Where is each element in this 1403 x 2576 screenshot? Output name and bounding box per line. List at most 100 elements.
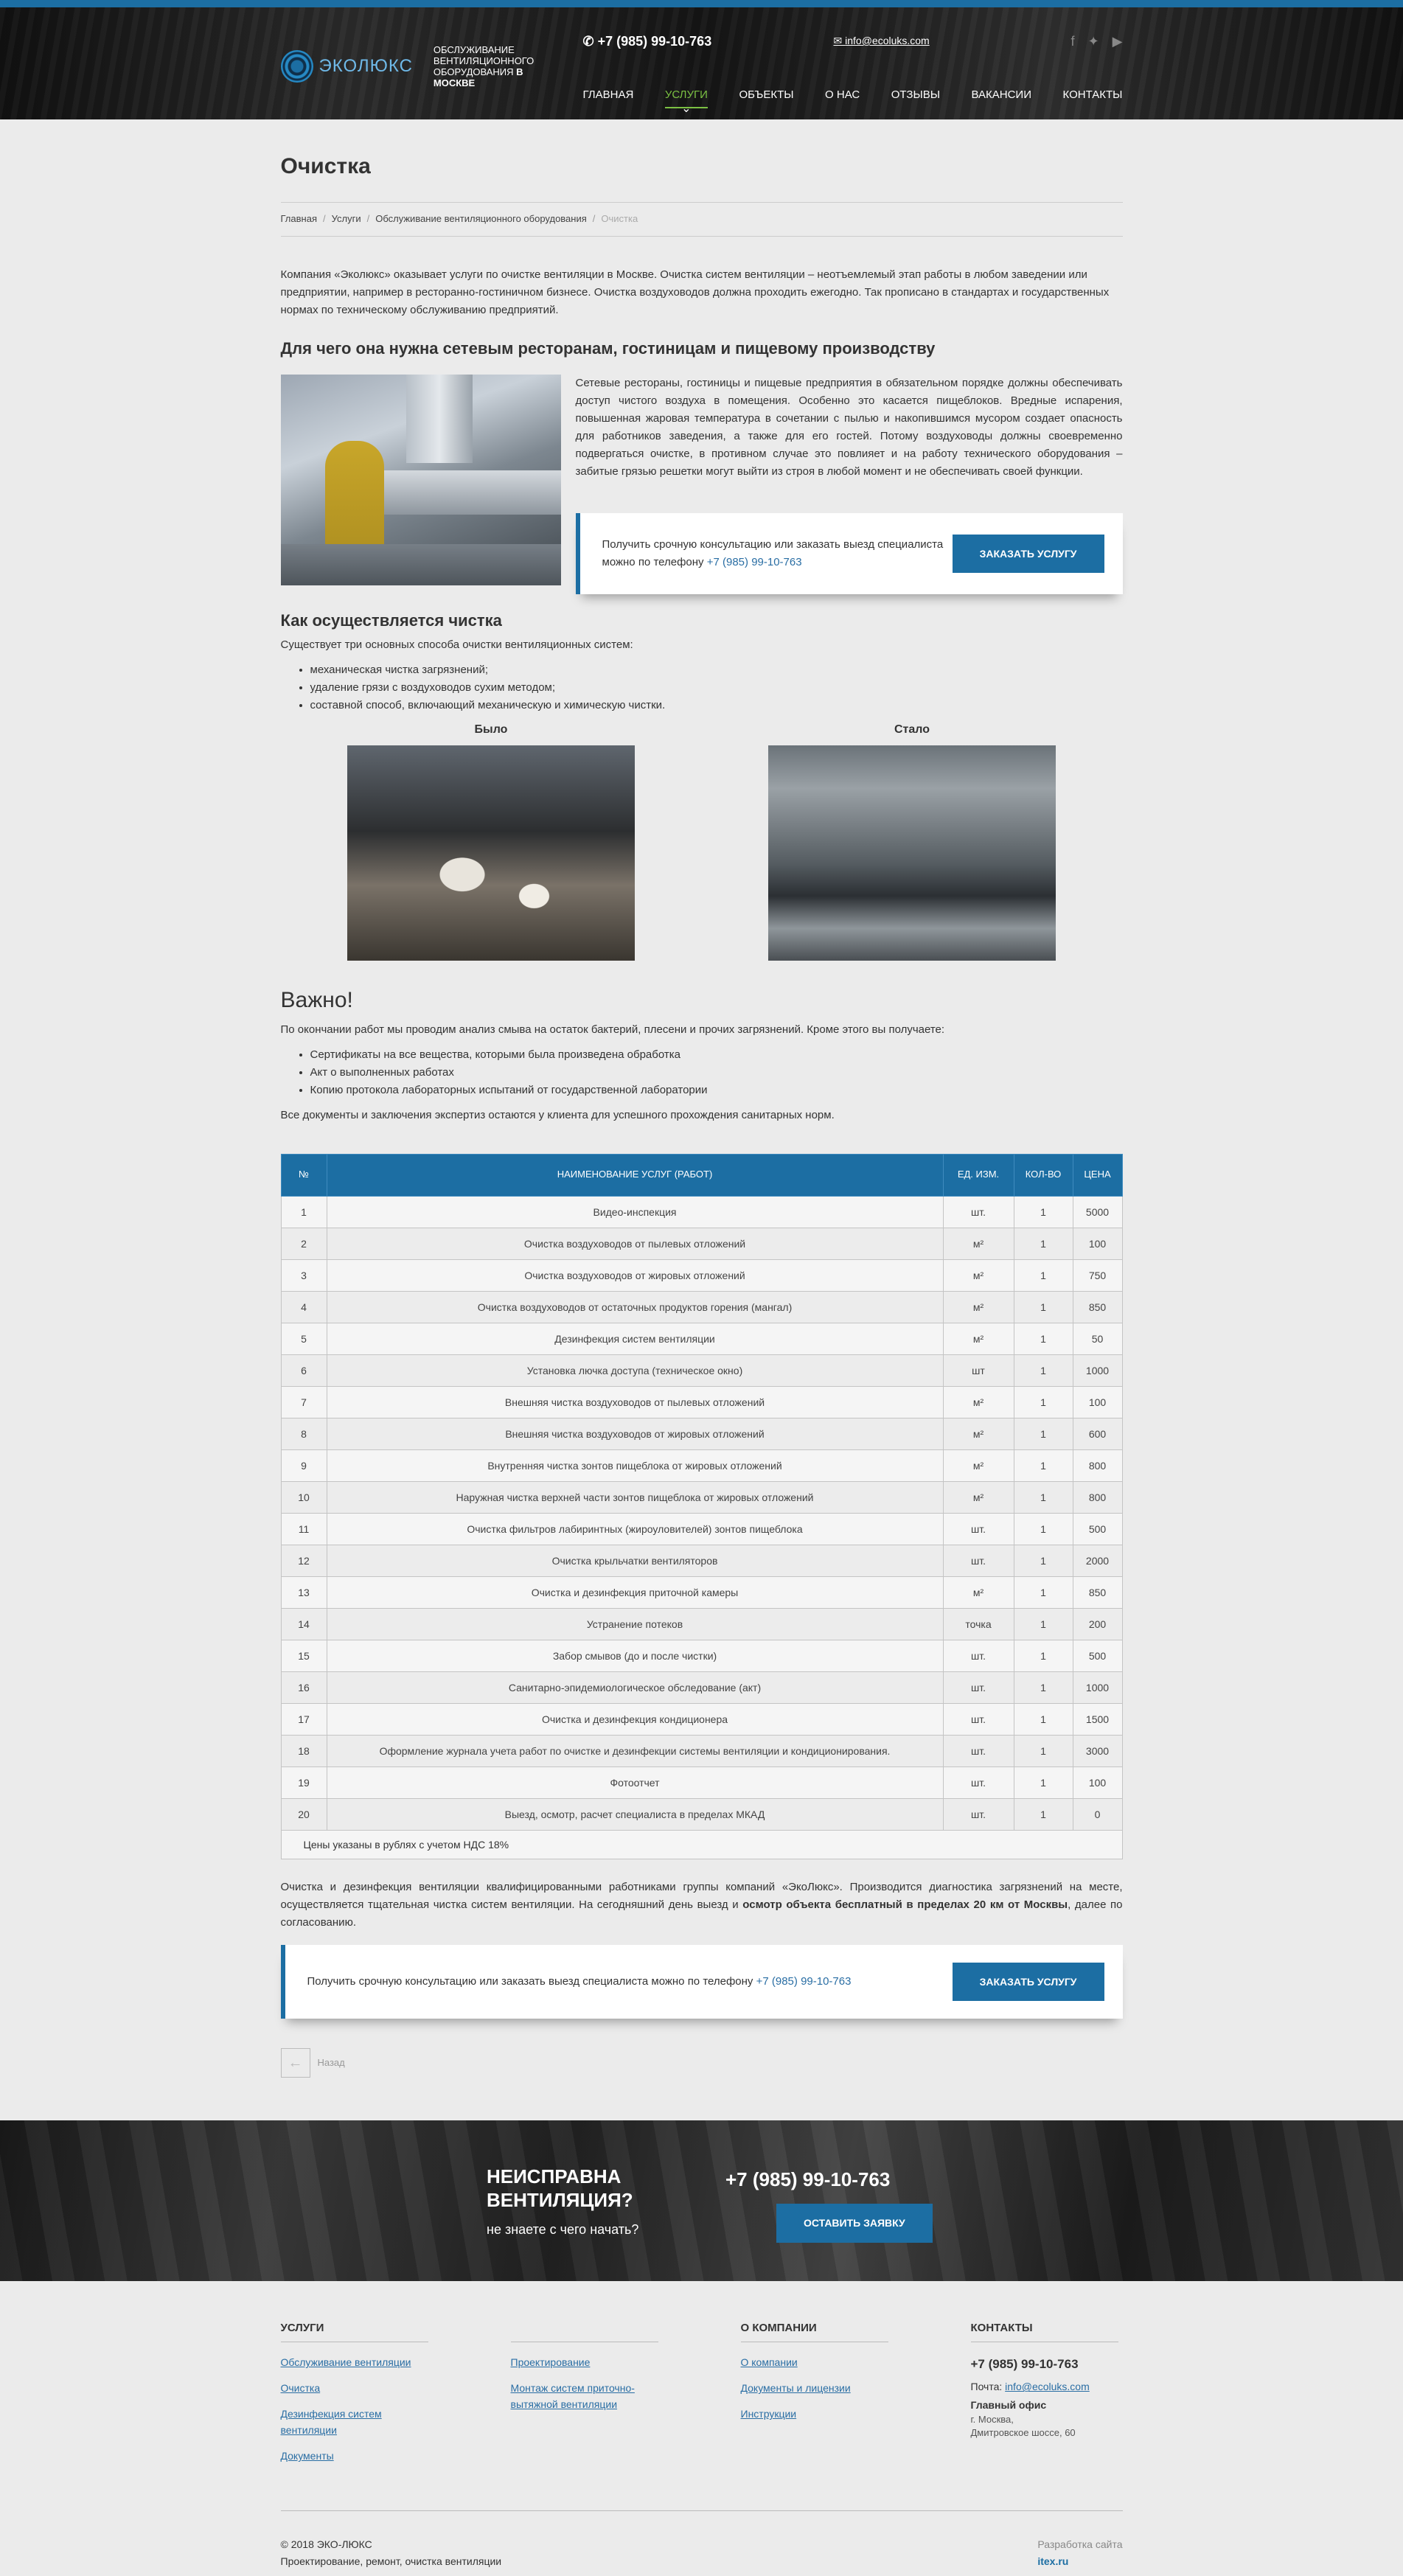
footer-link[interactable]: Очистка — [281, 2380, 428, 2396]
breadcrumb-services[interactable]: Услуги — [332, 212, 361, 227]
footer-link[interactable]: Монтаж систем приточно-вытяжной вентиляц… — [511, 2380, 658, 2412]
page-title: Очистка — [280, 154, 371, 178]
back-label[interactable]: Назад — [318, 2055, 345, 2071]
footer-link[interactable]: Документы — [281, 2448, 428, 2464]
nav-item-objects[interactable]: ОБЪЕКТЫ — [739, 86, 793, 108]
table-cell: 3 — [280, 1259, 327, 1292]
table-cell: 12 — [280, 1544, 327, 1577]
table-row: 3 Очистка воздуховодов от жировых отложен… — [280, 1259, 1123, 1292]
table-cell: 3000 — [1072, 1734, 1123, 1767]
banner-title: НЕИСПРАВНА ВЕНТИЛЯЦИЯ? — [487, 2165, 633, 2212]
breadcrumb-maintenance[interactable]: Обслуживание вентиляционного оборудовани… — [375, 212, 587, 227]
table-cell: 1000 — [1072, 1354, 1123, 1387]
header-email-text[interactable]: info@ecoluks.com — [845, 35, 930, 46]
facebook-icon[interactable]: f — [1071, 31, 1075, 52]
table-note: Цены указаны в рублях с учетом НДС 18% — [280, 1830, 1123, 1860]
footer-bottom: © 2018 ЭКО-ЛЮКС Проектирование, ремонт, … — [280, 2510, 1123, 2569]
footer-link[interactable]: Проектирование — [511, 2354, 658, 2370]
table-row: 9 Внутренняя чистка зонтов пищеблока от ж… — [280, 1449, 1123, 1482]
table-cell: 1 — [1013, 1544, 1073, 1577]
youtube-icon[interactable]: ▶ — [1113, 31, 1123, 52]
footer-link[interactable]: О компании — [741, 2354, 888, 2370]
table-cell: Санитарно-эпидемиологическое обследовани… — [326, 1671, 944, 1704]
table-cell: 1 — [1013, 1322, 1073, 1355]
table-cell: 750 — [1072, 1259, 1123, 1292]
back-link[interactable]: ← Назад — [280, 2048, 1123, 2078]
list-item: составной способ, включающий механическу… — [310, 697, 1123, 714]
table-cell: 1 — [1013, 1734, 1073, 1767]
breadcrumb-home[interactable]: Главная — [281, 212, 317, 227]
price-table: № НАИМЕНОВАНИЕ УСЛУГ (РАБОТ) ЕД. ИЗМ. КО… — [280, 1153, 1123, 1831]
table-cell: шт. — [942, 1671, 1014, 1704]
table-row: 17 Очистка и дезинфекция кондиционера шт. 1… — [280, 1702, 1123, 1736]
table-cell: 15 — [280, 1639, 327, 1672]
order-service-button[interactable]: ЗАКАЗАТЬ УСЛУГУ — [952, 534, 1104, 574]
footer-link[interactable]: Документы и лицензии — [741, 2380, 888, 2396]
footer-link[interactable]: Инструкции — [741, 2406, 888, 2422]
table-cell: шт — [942, 1354, 1014, 1387]
table-cell: 1000 — [1072, 1671, 1123, 1704]
table-cell: шт. — [942, 1544, 1014, 1577]
table-cell: 1 — [1013, 1195, 1073, 1228]
leave-request-button[interactable]: ОСТАВИТЬ ЗАЯВКУ — [776, 2204, 933, 2243]
before-after: Было Стало — [281, 720, 1123, 961]
table-cell: Очистка воздуховодов от жировых отложени… — [326, 1259, 944, 1292]
table-cell: 1 — [1013, 1449, 1073, 1482]
important-list: Сертификаты на все вещества, которыми бы… — [310, 1046, 1123, 1099]
header-phone[interactable]: ✆ +7 (985) 99-10-763 — [583, 31, 712, 52]
table-cell: шт. — [942, 1639, 1014, 1672]
logo-text: ЭКОЛЮКС — [318, 55, 413, 76]
mail-icon: ✉ — [833, 35, 846, 46]
footer-mail-link[interactable]: info@ecoluks.com — [1005, 2381, 1090, 2392]
developer-credit: Разработка сайта itex.ru — [1037, 2536, 1122, 2569]
cta-phone-link[interactable]: +7 (985) 99-10-763 — [707, 556, 802, 568]
table-cell: 1 — [1013, 1797, 1073, 1831]
table-cell: 13 — [280, 1576, 327, 1609]
table-cell: 19 — [280, 1766, 327, 1799]
table-cell: 20 — [280, 1797, 327, 1831]
before-photo — [347, 745, 635, 961]
table-cell: Дезинфекция систем вентиляции — [326, 1322, 944, 1355]
footer-link[interactable]: Дезинфекция систем вентиляции — [281, 2406, 428, 2438]
table-cell: Видео-инспекция — [326, 1195, 944, 1228]
why-section: Сетевые рестораны, гостиницы и пищевые п… — [280, 374, 1123, 594]
arrow-left-icon[interactable]: ← — [280, 2048, 310, 2078]
table-cell: 2000 — [1072, 1544, 1123, 1577]
table-cell: 1 — [1013, 1259, 1073, 1292]
nav-item-vacancies[interactable]: ВАКАНСИИ — [972, 86, 1031, 108]
table-cell: Очистка крыльчатки вентиляторов — [326, 1544, 944, 1577]
breadcrumb-separator: / — [592, 213, 596, 224]
nav-item-reviews[interactable]: ОТЗЫВЫ — [891, 86, 940, 108]
nav-item-home[interactable]: ГЛАВНАЯ — [583, 86, 634, 108]
table-cell: 17 — [280, 1702, 327, 1736]
table-cell: шт. — [942, 1797, 1014, 1831]
header-email[interactable]: ✉ info@ecoluks.com — [834, 32, 930, 49]
table-cell: 1 — [1013, 1576, 1073, 1609]
table-cell: м² — [942, 1417, 1014, 1450]
table-cell: 50 — [1072, 1322, 1123, 1355]
footer-link[interactable]: Обслуживание вентиляции — [281, 2354, 428, 2370]
logo[interactable]: ЭКОЛЮКС ОБСЛУЖИВАНИЕ ВЕНТИЛЯЦИОННОГО ОБО… — [280, 44, 537, 88]
table-cell: Устранение потеков — [326, 1607, 944, 1640]
cta-phone-link[interactable]: +7 (985) 99-10-763 — [756, 1975, 852, 1988]
footer-phone[interactable]: +7 (985) 99-10-763 — [971, 2354, 1118, 2374]
nav-item-services[interactable]: УСЛУГИ — [664, 86, 708, 108]
table-cell: точка — [942, 1607, 1014, 1640]
footer-contacts: КОНТАКТЫ +7 (985) 99-10-763 Почта: info@… — [970, 2319, 1118, 2474]
price-table-body: 1 Видео-инспекция шт. 1 5000 2 Очистка воздухо… — [280, 1195, 1123, 1831]
nav-item-about[interactable]: О НАС — [825, 86, 860, 108]
table-cell: Очистка воздуховодов от остаточных проду… — [326, 1290, 944, 1323]
header-phone-text[interactable]: +7 (985) 99-10-763 — [598, 34, 712, 49]
site-footer: УСЛУГИ Обслуживание вентиляции Очистка Д… — [280, 2281, 1123, 2569]
table-cell: 850 — [1072, 1290, 1123, 1323]
twitter-icon[interactable]: ✦ — [1088, 31, 1099, 52]
developer-link[interactable]: itex.ru — [1037, 2553, 1122, 2569]
table-cell: 9 — [280, 1449, 327, 1482]
table-row: 2 Очистка воздуховодов от пылевых отложен… — [280, 1227, 1123, 1260]
nav-item-contacts[interactable]: КОНТАКТЫ — [1063, 86, 1123, 108]
table-cell: 100 — [1072, 1227, 1123, 1260]
order-service-button[interactable]: ЗАКАЗАТЬ УСЛУГУ — [952, 1962, 1104, 2002]
banner-phone[interactable]: +7 (985) 99-10-763 — [725, 2165, 890, 2196]
before-label: Было — [474, 723, 508, 737]
table-cell: 100 — [1072, 1766, 1123, 1799]
